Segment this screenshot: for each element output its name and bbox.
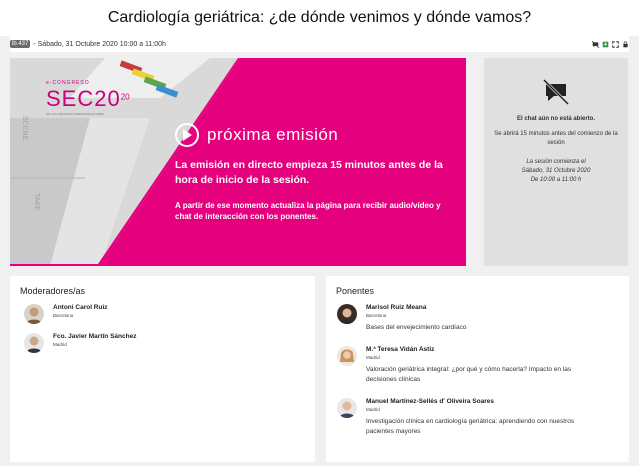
proxima-label: próxima emisión xyxy=(207,125,339,144)
person-city: Barcelona xyxy=(366,313,387,318)
person-name: Marisol Ruiz Meana xyxy=(366,304,427,311)
clap-text-scene: SCENE xyxy=(21,116,28,141)
download-icon[interactable] xyxy=(602,41,609,48)
logo-tiny-text: DE LAS CIENCIAS CARDIOVASCULARES xyxy=(46,112,105,116)
page-title: Cardiología geriátrica: ¿de dónde venimo… xyxy=(0,0,639,36)
talk-title[interactable]: Valoración geriátrica integral: ¿por qué… xyxy=(366,365,596,385)
chat-schedule-line-2: Sábado, 31 Octubre 2020 xyxy=(521,168,591,174)
fullscreen-icon[interactable] xyxy=(612,40,619,48)
moderators-heading: Moderadores/as xyxy=(20,286,86,296)
proxima-emision: próxima emisión xyxy=(175,123,338,147)
avatar xyxy=(337,398,357,418)
play-icon xyxy=(175,123,199,147)
chat-status-title: El chat aún no está abierto. xyxy=(516,116,596,122)
person-name: Fco. Javier Martín Sánchez xyxy=(53,333,137,340)
logo-sup: 20 xyxy=(120,92,130,102)
speaker-item: M.ª Teresa Vidán Astiz Madrid Valoración… xyxy=(337,346,596,385)
person-city: Madrid xyxy=(366,407,380,412)
avatar xyxy=(24,333,44,353)
person-name: M.ª Teresa Vidán Astiz xyxy=(366,346,435,353)
chat-schedule-line-3: De 10:00 a 11:00 h xyxy=(530,177,582,183)
chat-schedule: La sesión comienza el Sábado, 31 Octubre… xyxy=(492,158,620,185)
person-name: Antoni Carol Ruiz xyxy=(53,304,108,311)
person-city: Madrid xyxy=(366,355,380,360)
video-main-text: La emisión en directo empieza 15 minutos… xyxy=(175,159,443,186)
chat-schedule-line-1: La sesión comienza el xyxy=(526,159,586,165)
chat-status-text: Se abrirá 15 minutos antes del comienzo … xyxy=(494,131,618,146)
speaker-item: Marisol Ruiz Meana Barcelona Bases del e… xyxy=(337,304,596,333)
speaker-item: Manuel Martínez-Sellés d' Oliveira Soare… xyxy=(337,398,596,437)
avatar xyxy=(337,304,357,324)
speakers-heading: Ponentes xyxy=(336,286,375,296)
chat-disabled-icon xyxy=(542,78,570,106)
clap-text-take: TAKE xyxy=(33,193,40,211)
no-chat-icon[interactable] xyxy=(591,40,600,48)
avatar xyxy=(337,346,357,366)
video-sub-text: A partir de ese momento actualiza la pág… xyxy=(175,201,441,221)
session-date: - Sábado, 31 Octubre 2020 10:00 a 11:00h xyxy=(33,40,166,48)
moderator-item: Fco. Javier Martín Sánchez Madrid xyxy=(24,333,136,353)
speakers-panel: Ponentes Marisol Ruiz Meana Barcelona Ba… xyxy=(326,276,629,462)
infobar-icons xyxy=(591,40,629,48)
talk-title[interactable]: Investigación clínica en cardiología ger… xyxy=(366,417,596,437)
person-city: Barcelona xyxy=(53,313,74,318)
person-city: Madrid xyxy=(53,342,67,347)
video-player[interactable]: SCENE TAKE e-CONGRESO SEC2020 DE LAS CIE… xyxy=(10,58,466,266)
person-name: Manuel Martínez-Sellés d' Oliveira Soare… xyxy=(366,398,494,405)
lock-icon[interactable] xyxy=(622,40,629,48)
moderators-panel: Moderadores/as Antoni Carol Ruiz Barcelo… xyxy=(10,276,315,462)
session-tag: lb.437 xyxy=(10,40,31,48)
sec2020-logo: e-CONGRESO SEC2020 DE LAS CIENCIAS CARDI… xyxy=(46,80,130,116)
avatar xyxy=(24,304,44,324)
moderator-item: Antoni Carol Ruiz Barcelona xyxy=(24,304,108,324)
logo-main-text: SEC20 xyxy=(46,86,121,111)
session-info-bar: lb.437 - Sábado, 31 Octubre 2020 10:00 a… xyxy=(10,36,629,52)
talk-title[interactable]: Bases del envejecimiento cardíaco xyxy=(366,323,596,333)
chat-panel: El chat aún no está abierto. Se abrirá 1… xyxy=(484,58,628,266)
